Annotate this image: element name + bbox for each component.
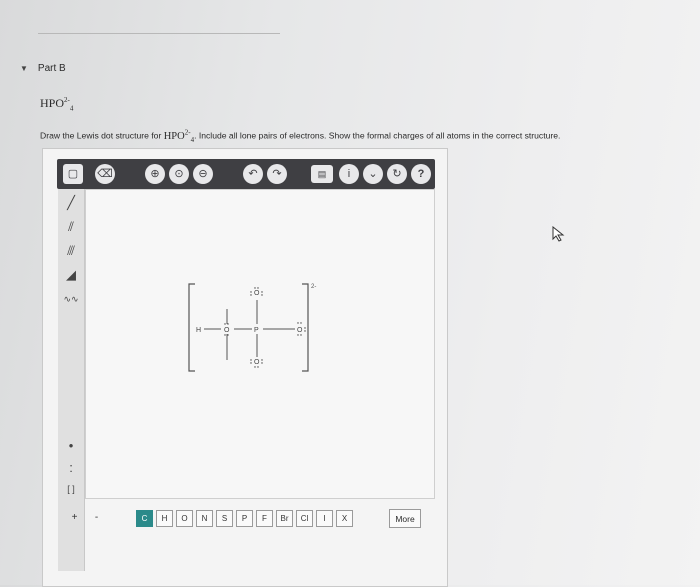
part-header[interactable]: ▼ Part B <box>20 63 66 74</box>
left-bracket <box>188 283 195 372</box>
element-s[interactable]: S <box>216 510 233 527</box>
part-label: Part B <box>37 63 66 74</box>
atom-o-right: O <box>297 327 303 334</box>
element-p[interactable]: P <box>236 510 253 527</box>
eraser-icon[interactable]: ⌫ <box>95 164 115 184</box>
more-elements-button[interactable]: More <box>389 509 421 528</box>
lewis-editor: ▢ ⌫ ⊕ ⊙ ⊖ ↶ ↷ ▤ i ⌄ ↻ ? ╱ ⫽ ⫻ ◢ ∿∿ • : [… <box>42 148 448 587</box>
drawing-canvas[interactable]: 2- H O P O O O <box>85 189 435 499</box>
element-h[interactable]: H <box>156 510 173 527</box>
element-f[interactable]: F <box>256 510 273 527</box>
chevron-down-icon[interactable]: ⌄ <box>363 164 383 184</box>
collapse-caret-icon[interactable]: ▼ <box>20 64 28 73</box>
element-i[interactable]: I <box>316 510 333 527</box>
instructions: Draw the Lewis dot structure for HPO2-4.… <box>40 128 560 144</box>
atom-o-top: O <box>254 290 260 297</box>
section-divider <box>38 33 280 34</box>
element-br[interactable]: Br <box>276 510 293 527</box>
triple-bond-icon[interactable]: ⫻ <box>61 241 81 261</box>
formula-main: HPO <box>40 96 65 110</box>
zoom-in-icon[interactable]: ⊕ <box>145 164 165 184</box>
help-icon[interactable]: ? <box>411 164 431 184</box>
chain-icon[interactable]: ∿∿ <box>61 289 81 309</box>
element-cl[interactable]: Cl <box>296 510 313 527</box>
plus-charge-button[interactable]: + <box>67 510 82 525</box>
redo-icon[interactable]: ↷ <box>267 164 287 184</box>
zoom-out-icon[interactable]: ⊖ <box>193 164 213 184</box>
structure-charge: 2- <box>311 284 316 290</box>
lone-pairs <box>224 287 306 368</box>
wedge-bond-icon[interactable]: ◢ <box>61 265 81 285</box>
lewis-structure: 2- H O P O O O <box>188 283 316 372</box>
radical-icon[interactable]: • <box>61 435 81 455</box>
atom-p: P <box>254 327 259 334</box>
atom-o-left: O <box>224 327 230 334</box>
formula-charge: 2- <box>64 96 70 104</box>
bracket-icon[interactable]: [ ] <box>61 479 81 499</box>
element-palette: C H O N S P F Br Cl I X <box>136 510 353 527</box>
atom-o-bottom: O <box>254 359 260 366</box>
single-bond-icon[interactable]: ╱ <box>61 193 81 213</box>
element-o[interactable]: O <box>176 510 193 527</box>
instruction-text-end: . Include all lone pairs of electrons. S… <box>194 130 561 141</box>
undo-icon[interactable]: ↶ <box>243 164 263 184</box>
clipboard-icon[interactable]: ▤ <box>311 165 333 183</box>
select-icon[interactable]: ▢ <box>63 164 83 184</box>
minus-charge-button[interactable]: - <box>89 510 104 525</box>
element-x[interactable]: X <box>336 510 353 527</box>
mouse-cursor-icon <box>552 226 565 242</box>
editor-toolbar: ▢ ⌫ ⊕ ⊙ ⊖ ↶ ↷ ▤ i ⌄ ↻ ? <box>57 159 435 189</box>
double-bond-icon[interactable]: ⫽ <box>61 217 81 237</box>
refresh-icon[interactable]: ↻ <box>387 164 407 184</box>
zoom-reset-icon[interactable]: ⊙ <box>169 164 189 184</box>
instruction-text-start: Draw the Lewis dot structure for <box>40 130 164 141</box>
atom-h: H <box>196 327 201 334</box>
formula-subscript: 4 <box>69 104 74 113</box>
lone-pair-icon[interactable]: : <box>61 457 81 477</box>
formula-title: HPO2-4 <box>40 96 73 112</box>
inline-formula: HPO2-4 <box>163 128 195 144</box>
info-icon[interactable]: i <box>339 164 359 184</box>
element-n[interactable]: N <box>196 510 213 527</box>
element-c[interactable]: C <box>136 510 153 527</box>
